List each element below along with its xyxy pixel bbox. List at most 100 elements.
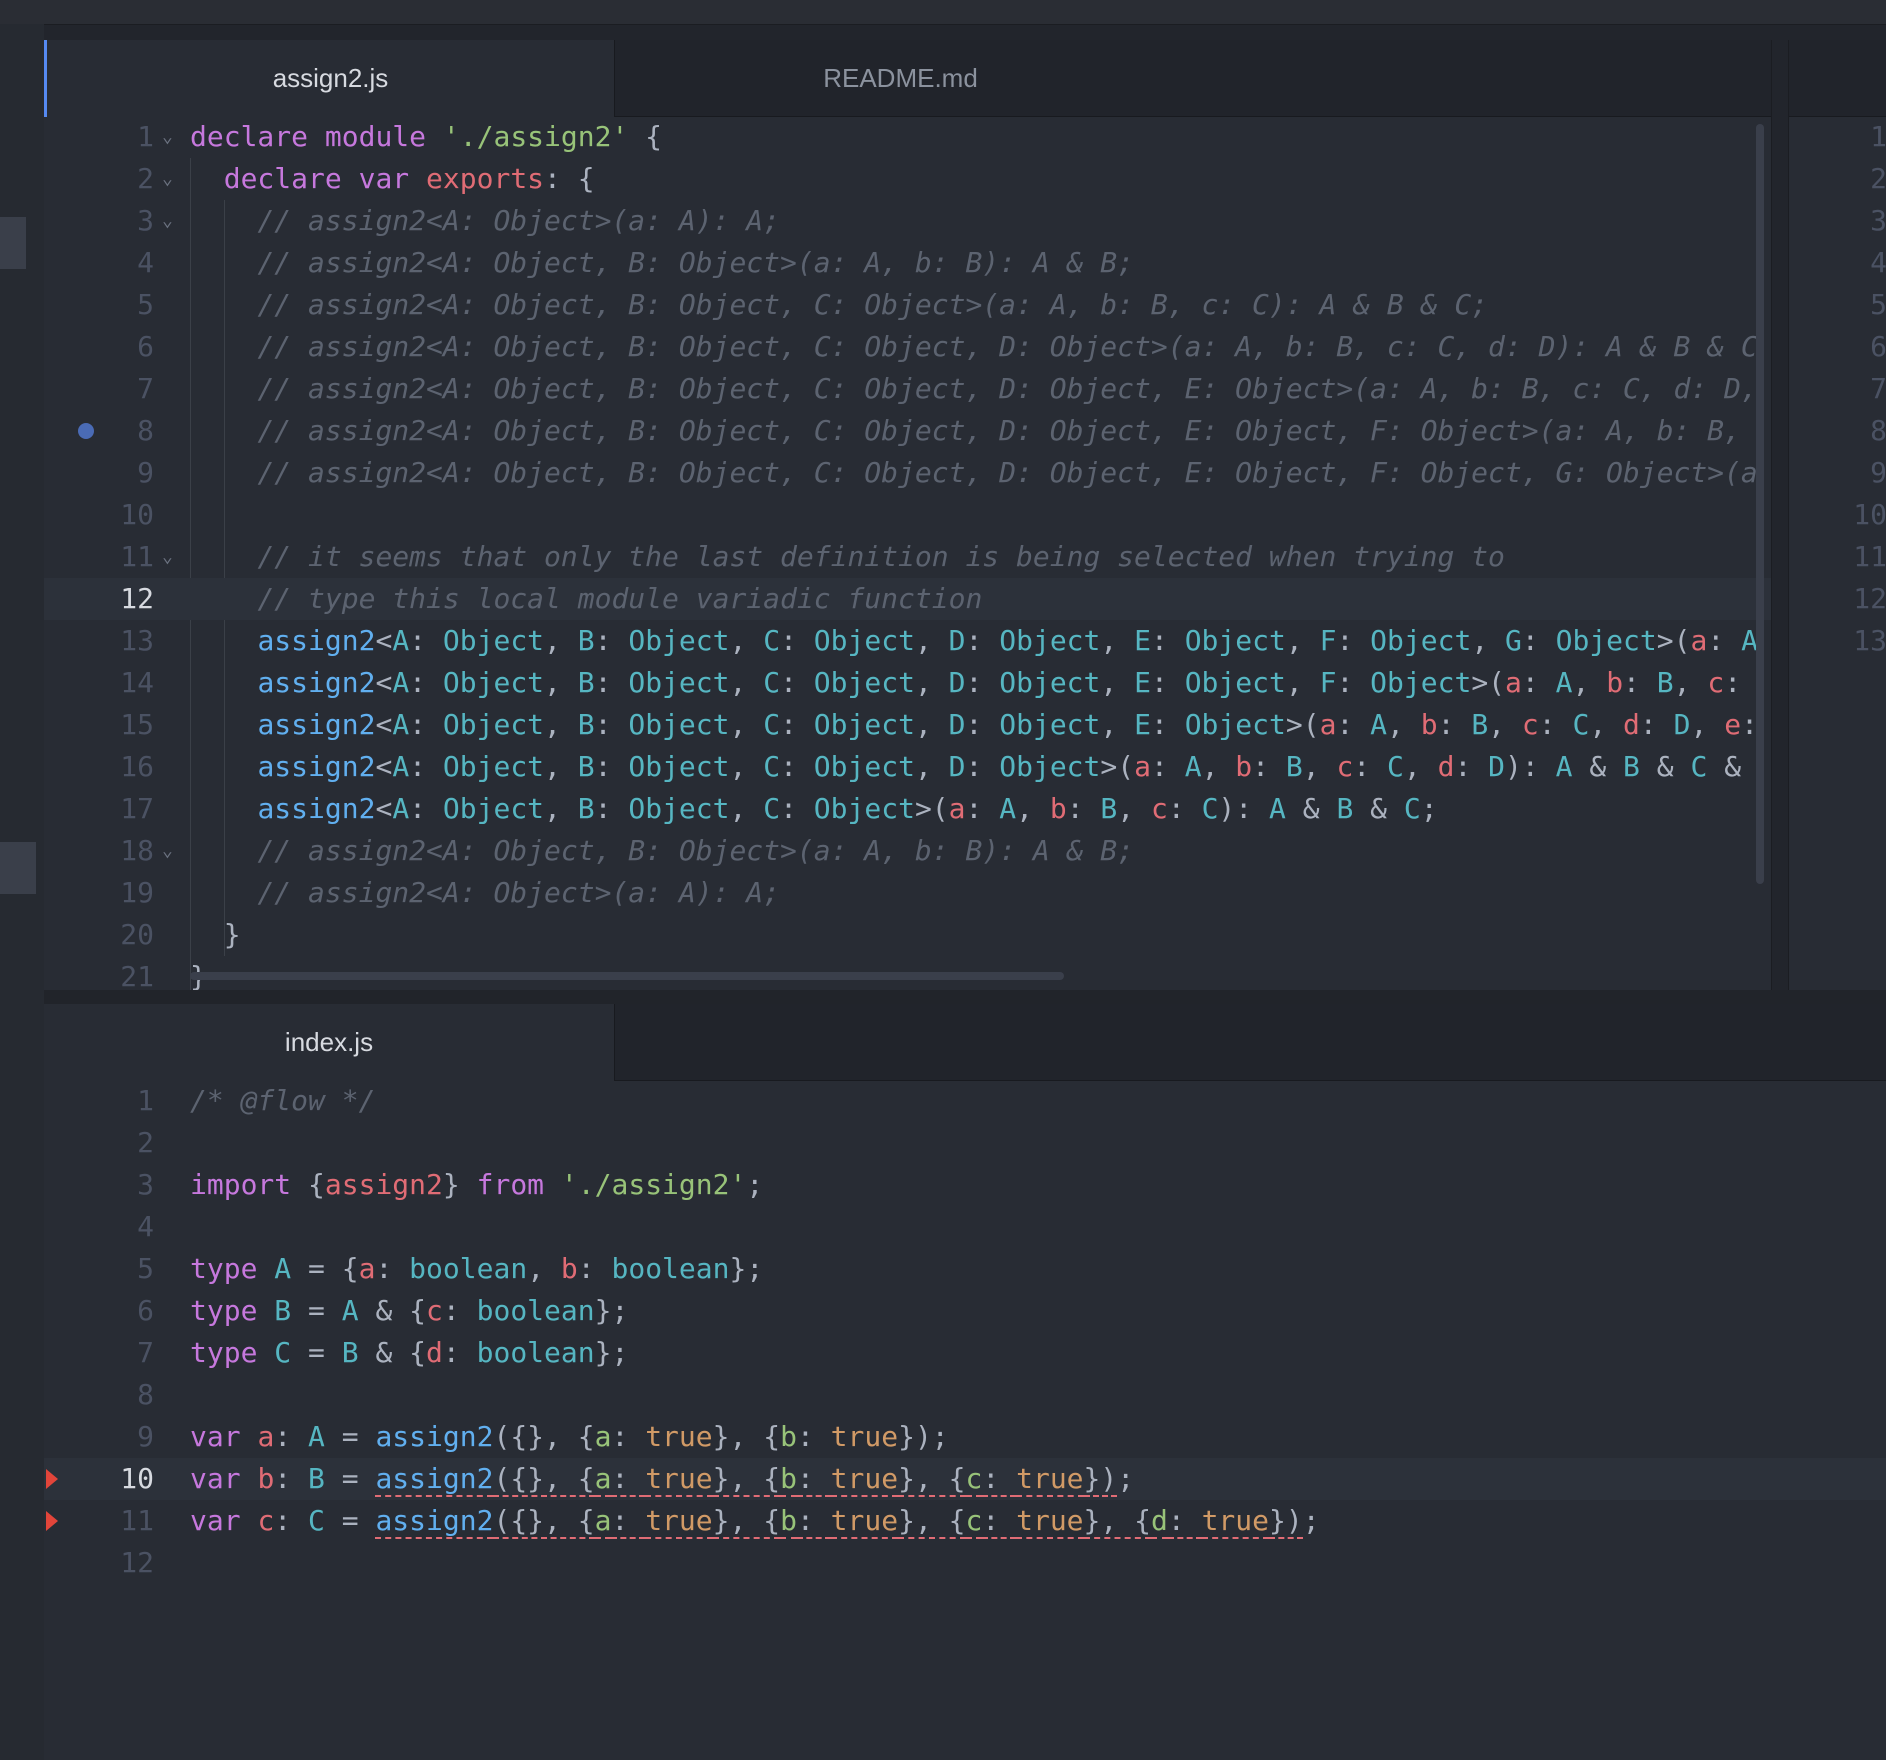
code-editor-assign2[interactable]: 1 ⌄ declare module './assign2' {2 ⌄ declare… [44, 116, 1771, 990]
line-number[interactable]: 3 [44, 200, 154, 242]
vertical-scrollbar[interactable] [1756, 124, 1764, 884]
tab-readme-md[interactable]: README.md [615, 40, 1186, 116]
line-number[interactable]: 18 [44, 830, 154, 872]
line-number[interactable]: 13 [44, 620, 154, 662]
line-number[interactable]: 3 [44, 1164, 154, 1206]
horizontal-scrollbar[interactable] [190, 972, 1064, 980]
code-line[interactable]: 13 assign2<A: Object, B: Object, C: Obje… [44, 620, 1771, 662]
line-number[interactable]: 10 [44, 494, 154, 536]
line-number[interactable]: 12 [1789, 578, 1886, 620]
line-number[interactable]: 9 [1789, 452, 1886, 494]
code-line[interactable]: 6 // assign2<A: Object, B: Object, C: Ob… [44, 326, 1771, 368]
code-line[interactable]: 11 var c: C = assign2({}, {a: true}, {b: … [44, 1500, 1886, 1542]
code-line[interactable]: 4 [44, 1206, 1886, 1248]
line-number[interactable]: 15 [44, 704, 154, 746]
code-line[interactable]: 16 assign2<A: Object, B: Object, C: Obje… [44, 746, 1771, 788]
line-number[interactable]: 9 [44, 452, 154, 494]
pane-divider[interactable] [44, 990, 1886, 1004]
fold-chevron-icon[interactable]: ⌄ [162, 116, 173, 158]
line-number[interactable]: 8 [44, 1374, 154, 1416]
code-line[interactable]: 9 // assign2<A: Object, B: Object, C: Ob… [44, 452, 1771, 494]
error-marker-icon[interactable] [46, 1469, 58, 1489]
line-number[interactable]: 6 [1789, 326, 1886, 368]
bookmark-dot-icon[interactable] [78, 423, 94, 439]
code-line[interactable]: 20 } [44, 914, 1771, 956]
fold-chevron-icon[interactable]: ⌄ [162, 830, 173, 872]
line-number[interactable]: 1 [1789, 116, 1886, 158]
code-line[interactable]: 4 // assign2<A: Object, B: Object>(a: A,… [44, 242, 1771, 284]
code-line[interactable]: 7 type C = B & {d: boolean}; [44, 1332, 1886, 1374]
code-token: /* @flow */ [190, 1084, 376, 1117]
line-number[interactable]: 21 [44, 956, 154, 990]
code-line[interactable]: 19 // assign2<A: Object>(a: A): A; [44, 872, 1771, 914]
line-number[interactable]: 1 [44, 116, 154, 158]
code-line[interactable]: 5 type A = {a: boolean, b: boolean}; [44, 1248, 1886, 1290]
fold-chevron-icon[interactable]: ⌄ [162, 536, 173, 578]
code-line[interactable]: 14 assign2<A: Object, B: Object, C: Obje… [44, 662, 1771, 704]
line-number[interactable]: 4 [44, 1206, 154, 1248]
code-token: : [780, 624, 814, 657]
line-number[interactable]: 20 [44, 914, 154, 956]
code-line[interactable]: 2 [44, 1122, 1886, 1164]
code-line[interactable]: 17 assign2<A: Object, B: Object, C: Obje… [44, 788, 1771, 830]
line-number[interactable]: 7 [44, 368, 154, 410]
line-number[interactable]: 6 [44, 326, 154, 368]
line-number[interactable]: 5 [1789, 284, 1886, 326]
code-line[interactable]: 8 [44, 1374, 1886, 1416]
code-line[interactable]: 12 // type this local module variadic fu… [44, 578, 1771, 620]
line-number[interactable]: 4 [1789, 242, 1886, 284]
code-line[interactable]: 18 ⌄ // assign2<A: Object, B: Object>(a: … [44, 830, 1771, 872]
line-number[interactable]: 7 [1789, 368, 1886, 410]
code-token: var [190, 1462, 241, 1495]
fold-chevron-icon[interactable]: ⌄ [162, 200, 173, 242]
line-number[interactable]: 11 [44, 1500, 154, 1542]
line-number[interactable]: 5 [44, 1248, 154, 1290]
code-line[interactable]: 15 assign2<A: Object, B: Object, C: Obje… [44, 704, 1771, 746]
line-number[interactable]: 7 [44, 1332, 154, 1374]
code-text: declare module './assign2' { [190, 116, 662, 158]
code-line[interactable]: 8 // assign2<A: Object, B: Object, C: Ob… [44, 410, 1771, 452]
line-number[interactable]: 6 [44, 1290, 154, 1332]
line-number[interactable]: 14 [44, 662, 154, 704]
line-number[interactable]: 17 [44, 788, 154, 830]
code-line[interactable]: 3 import {assign2} from './assign2'; [44, 1164, 1886, 1206]
line-number[interactable]: 2 [44, 1122, 154, 1164]
code-line[interactable]: 10 [44, 494, 1771, 536]
line-number[interactable]: 19 [44, 872, 154, 914]
line-number[interactable]: 2 [1789, 158, 1886, 200]
code-editor-index[interactable]: 1 /* @flow */ 2 3 import {assign2} from './a… [44, 1080, 1886, 1760]
line-number[interactable]: 1 [44, 1080, 154, 1122]
line-number[interactable]: 13 [1789, 620, 1886, 662]
line-number[interactable]: 11 [1789, 536, 1886, 578]
tab-index-js[interactable]: index.js [44, 1004, 615, 1081]
line-number[interactable]: 10 [1789, 494, 1886, 536]
line-number[interactable]: 8 [44, 410, 154, 452]
code-line[interactable]: 7 // assign2<A: Object, B: Object, C: Ob… [44, 368, 1771, 410]
line-number[interactable]: 3 [1789, 200, 1886, 242]
line-number[interactable]: 10 [44, 1458, 154, 1500]
code-line[interactable]: 5 // assign2<A: Object, B: Object, C: Ob… [44, 284, 1771, 326]
line-number[interactable]: 4 [44, 242, 154, 284]
line-number[interactable]: 8 [1789, 410, 1886, 452]
code-line[interactable]: 6 type B = A & {c: boolean}; [44, 1290, 1886, 1332]
code-line[interactable]: 2 ⌄ declare var exports: { [44, 158, 1771, 200]
line-number[interactable]: 2 [44, 158, 154, 200]
code-line[interactable]: 3 ⌄ // assign2<A: Object>(a: A): A; [44, 200, 1771, 242]
code-line[interactable]: 12 [44, 1542, 1886, 1584]
code-line[interactable]: 10 var b: B = assign2({}, {a: true}, {b: … [44, 1458, 1886, 1500]
line-number[interactable]: 5 [44, 284, 154, 326]
line-number[interactable]: 11 [44, 536, 154, 578]
line-number[interactable]: 12 [44, 578, 154, 620]
error-marker-icon[interactable] [46, 1511, 58, 1531]
code-line[interactable]: 11 ⌄ // it seems that only the last defin… [44, 536, 1771, 578]
line-number[interactable]: 12 [44, 1542, 154, 1584]
code-line[interactable]: 9 var a: A = assign2({}, {a: true}, {b: t… [44, 1416, 1886, 1458]
code-line[interactable]: 1 /* @flow */ [44, 1080, 1886, 1122]
line-number[interactable]: 9 [44, 1416, 154, 1458]
code-line[interactable]: 1 ⌄ declare module './assign2' { [44, 116, 1771, 158]
line-number[interactable]: 16 [44, 746, 154, 788]
fold-chevron-icon[interactable]: ⌄ [162, 158, 173, 200]
tab-assign2-js[interactable]: assign2.js [44, 40, 615, 117]
